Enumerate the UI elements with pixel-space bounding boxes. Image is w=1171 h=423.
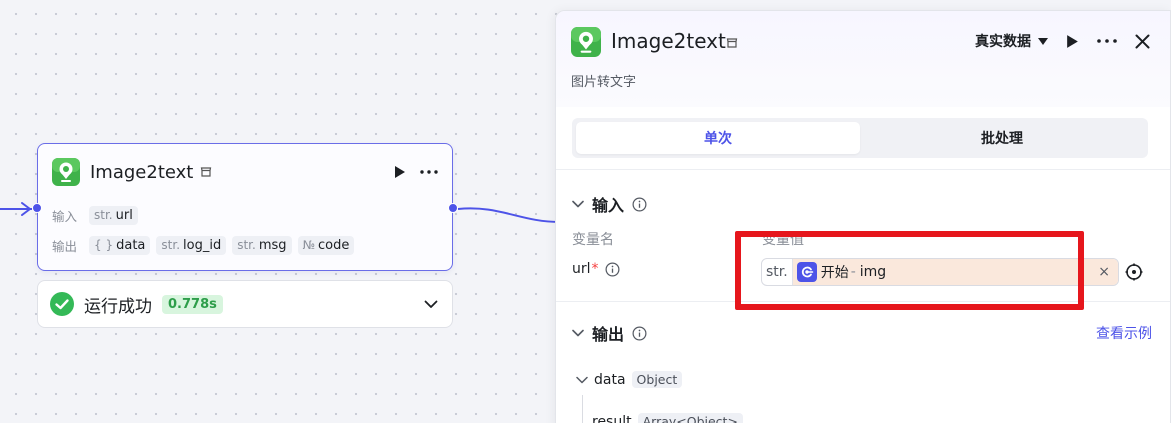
tree-item-type: Object (631, 371, 683, 388)
chevron-down-icon[interactable] (572, 329, 584, 337)
tree-item-name: data (594, 371, 626, 388)
column-variable-value: 变量值 (762, 232, 804, 248)
info-icon[interactable] (632, 326, 647, 341)
column-variable-name: 变量名 (572, 232, 614, 248)
more-options-icon[interactable] (1097, 39, 1117, 43)
info-icon[interactable] (605, 262, 620, 277)
output-chip-data: { } data (89, 236, 151, 255)
output-tree-item-data[interactable]: data Object (576, 371, 683, 388)
input-port[interactable] (32, 203, 42, 213)
plugin-node-card[interactable]: Image2text 输入 str. url 输出 { } data str. … (32, 143, 458, 271)
chevron-down-icon[interactable] (572, 200, 584, 208)
url-reference-input[interactable]: str. 开始 - img × (761, 258, 1119, 286)
variable-reference[interactable]: 开始 - img (792, 259, 1091, 285)
data-source-select[interactable]: 真实数据 (975, 31, 1048, 51)
run-test-button[interactable] (1066, 34, 1079, 49)
required-mark: * (591, 261, 599, 277)
run-node-button[interactable] (394, 165, 406, 179)
caret-down-icon (1038, 37, 1048, 45)
run-status-bar[interactable]: 运行成功 0.778s (37, 280, 453, 328)
run-mode-tabs: 单次 批处理 (572, 118, 1148, 158)
input-chip-url: str. url (89, 206, 138, 225)
node-header: Image2text (52, 157, 438, 187)
output-chip-code: № code (297, 236, 355, 255)
output-port[interactable] (448, 203, 458, 213)
node-title: Image2text (90, 161, 194, 183)
panel-description: 图片转文字 (571, 75, 637, 90)
param-url-label: url * (572, 261, 620, 277)
output-tree-item-result[interactable]: result Array<Object> (592, 413, 743, 423)
panel-title: Image2text (611, 29, 726, 53)
plugin-logo-icon (571, 27, 601, 57)
panel-actions: 真实数据 (975, 31, 1150, 51)
output-label: 输出 (52, 239, 78, 254)
info-icon[interactable] (632, 197, 647, 212)
node-outputs-row: 输出 { } data str. log_id str. msg № code (52, 236, 355, 255)
panel-header (556, 11, 1170, 107)
tab-batch[interactable]: 批处理 (860, 122, 1144, 154)
clear-button[interactable]: × (1090, 259, 1118, 285)
tree-guide-line (582, 395, 583, 423)
store-icon (200, 166, 212, 178)
incoming-arrow (21, 202, 31, 216)
node-test-panel: Image2text 图片转文字 真实数据 单次 批处理 输入 变量名 变量值 … (555, 10, 1171, 423)
variable-picker-icon[interactable] (1124, 262, 1144, 282)
outgoing-edge (457, 207, 561, 223)
reference-separator: - (850, 264, 856, 280)
output-chip-msg: str. msg (232, 236, 292, 255)
close-icon[interactable] (1135, 34, 1150, 49)
input-section-header[interactable]: 输入 (572, 192, 647, 216)
input-section-title: 输入 (592, 196, 625, 215)
success-check-icon (50, 292, 74, 316)
chevron-down-icon[interactable] (424, 300, 438, 309)
more-options-icon[interactable] (420, 170, 438, 174)
reference-variable-name: img (859, 264, 887, 280)
chevron-down-icon[interactable] (576, 376, 588, 384)
start-node-icon (796, 262, 817, 282)
run-duration-badge: 0.778s (162, 294, 223, 314)
output-section-title: 输出 (592, 325, 625, 344)
output-section-header[interactable]: 输出 (572, 321, 647, 345)
tab-single[interactable]: 单次 (576, 122, 860, 154)
output-chip-log-id: str. log_id (156, 236, 227, 255)
section-divider (556, 169, 1170, 170)
store-icon (726, 37, 738, 49)
status-text: 运行成功 (84, 296, 152, 317)
variable-type-label: str. (762, 259, 793, 285)
view-example-link[interactable]: 查看示例 (1096, 323, 1152, 343)
plugin-logo-icon (52, 158, 80, 186)
reference-node-name: 开始 (820, 265, 849, 281)
node-inputs-row: 输入 str. url (52, 206, 138, 225)
section-divider (556, 301, 1170, 302)
input-label: 输入 (52, 209, 78, 224)
